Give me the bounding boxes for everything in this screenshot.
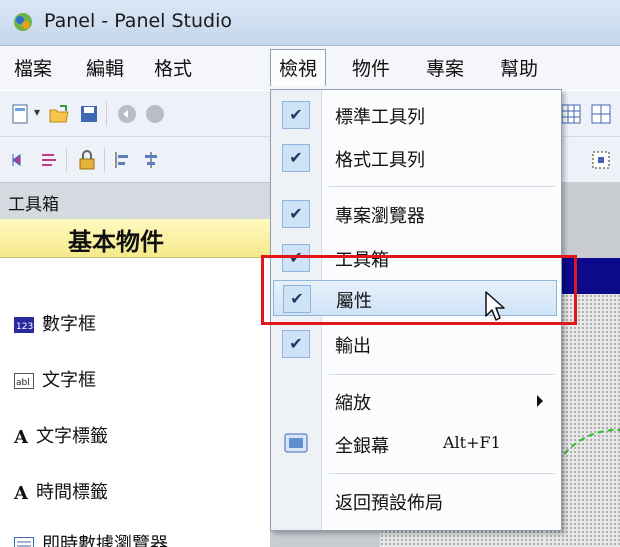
- menu-item-fullscreen[interactable]: 全銀幕 Alt+F1: [271, 426, 561, 462]
- check-icon: ✔: [282, 144, 310, 172]
- lock-icon[interactable]: [76, 149, 98, 171]
- menu-object[interactable]: 物件: [352, 54, 390, 81]
- undo-icon[interactable]: [116, 103, 138, 125]
- menu-item-zoom[interactable]: 縮放: [271, 383, 561, 419]
- mouse-cursor-icon: [485, 291, 505, 321]
- tool-text-box[interactable]: abl 文字框: [14, 366, 96, 392]
- tool-time-label[interactable]: A 時間標籤: [14, 478, 108, 504]
- menu-separator: [329, 473, 555, 474]
- new-file-icon[interactable]: [10, 103, 32, 125]
- save-icon[interactable]: [78, 103, 100, 125]
- svg-text:123: 123: [16, 322, 33, 332]
- submenu-arrow-icon: [537, 395, 543, 407]
- text-box-icon: abl: [14, 373, 34, 389]
- text-label-icon: A: [14, 426, 28, 448]
- menu-item-label: 返回預設佈局: [335, 493, 443, 514]
- menu-format[interactable]: 格式: [154, 54, 192, 81]
- menu-item-output[interactable]: ✔ 輸出: [271, 326, 561, 362]
- tool-label: 數字框: [42, 314, 96, 335]
- toolbar-separator: [104, 148, 105, 172]
- tool-realtime-browser[interactable]: 即時數據瀏覽器: [14, 530, 168, 547]
- menu-item-reset-layout[interactable]: 返回預設佈局: [271, 483, 561, 519]
- bring-front-icon[interactable]: [10, 149, 32, 171]
- distribute-icon[interactable]: [590, 149, 612, 171]
- toolbox-title: 工具箱: [8, 195, 59, 215]
- svg-text:abl: abl: [16, 378, 30, 388]
- layout-icon[interactable]: [590, 103, 612, 125]
- tool-label: 時間標籤: [35, 482, 108, 503]
- tool-label: 文字框: [42, 370, 96, 391]
- check-icon: ✔: [282, 101, 310, 129]
- menu-item-label: 專案瀏覽器: [335, 206, 425, 227]
- menu-edit[interactable]: 編輯: [86, 54, 124, 81]
- fullscreen-icon: [284, 433, 308, 453]
- tool-numeric-box[interactable]: 123 數字框: [14, 310, 96, 336]
- align-center-icon[interactable]: [140, 149, 162, 171]
- send-back-icon[interactable]: [38, 149, 60, 171]
- menu-item-label: 標準工具列: [335, 107, 425, 128]
- menu-item-shortcut: Alt+F1: [443, 433, 501, 452]
- check-icon: ✔: [282, 330, 310, 358]
- toolbox-list: 123 數字框 abl 文字框 A 文字標籤 A 時間標籤 即時數據瀏覽器: [0, 258, 270, 547]
- align-left-icon[interactable]: [112, 149, 134, 171]
- check-icon: ✔: [282, 200, 310, 228]
- menu-item-project-explorer[interactable]: ✔ 專案瀏覽器: [271, 196, 561, 232]
- tool-text-label[interactable]: A 文字標籤: [14, 422, 108, 448]
- tool-label: 即時數據瀏覽器: [42, 534, 168, 547]
- grid-icon[interactable]: [560, 103, 582, 125]
- menu-separator: [329, 186, 555, 187]
- menu-item-standard-toolbar[interactable]: ✔ 標準工具列: [271, 97, 561, 133]
- window-title: Panel - Panel Studio: [44, 10, 233, 32]
- time-label-icon: A: [14, 482, 28, 504]
- app-logo-icon: [14, 13, 32, 31]
- toolbar-separator: [66, 148, 67, 172]
- tool-label: 文字標籤: [35, 426, 108, 447]
- realtime-browser-icon: [14, 537, 34, 547]
- redo-icon[interactable]: [144, 103, 166, 125]
- menu-item-label: 格式工具列: [335, 150, 425, 171]
- menu-separator: [329, 374, 555, 375]
- open-folder-icon[interactable]: [48, 103, 70, 125]
- toolbox-header: 工具箱: [0, 182, 270, 219]
- menu-bar: 檔案 編輯 格式 檢視 物件 專案 幫助: [0, 46, 620, 90]
- menu-help[interactable]: 幫助: [500, 54, 538, 81]
- toolbox-section-basic[interactable]: 基本物件: [0, 219, 270, 258]
- dropdown-arrow-icon[interactable]: ▾: [34, 105, 40, 119]
- menu-project[interactable]: 專案: [426, 54, 464, 81]
- toolbar-separator: [106, 102, 107, 126]
- menu-item-format-toolbar[interactable]: ✔ 格式工具列: [271, 140, 561, 176]
- menu-file[interactable]: 檔案: [14, 54, 52, 81]
- numeric-box-icon: 123: [14, 317, 34, 333]
- menu-view[interactable]: 檢視: [270, 49, 327, 86]
- annotation-highlight-box: [261, 255, 577, 325]
- menu-item-label: 縮放: [335, 393, 371, 414]
- menu-item-label: 輸出: [335, 336, 371, 357]
- menu-item-label: 全銀幕: [335, 436, 389, 457]
- section-title: 基本物件: [68, 227, 164, 256]
- title-bar: Panel - Panel Studio: [0, 0, 620, 46]
